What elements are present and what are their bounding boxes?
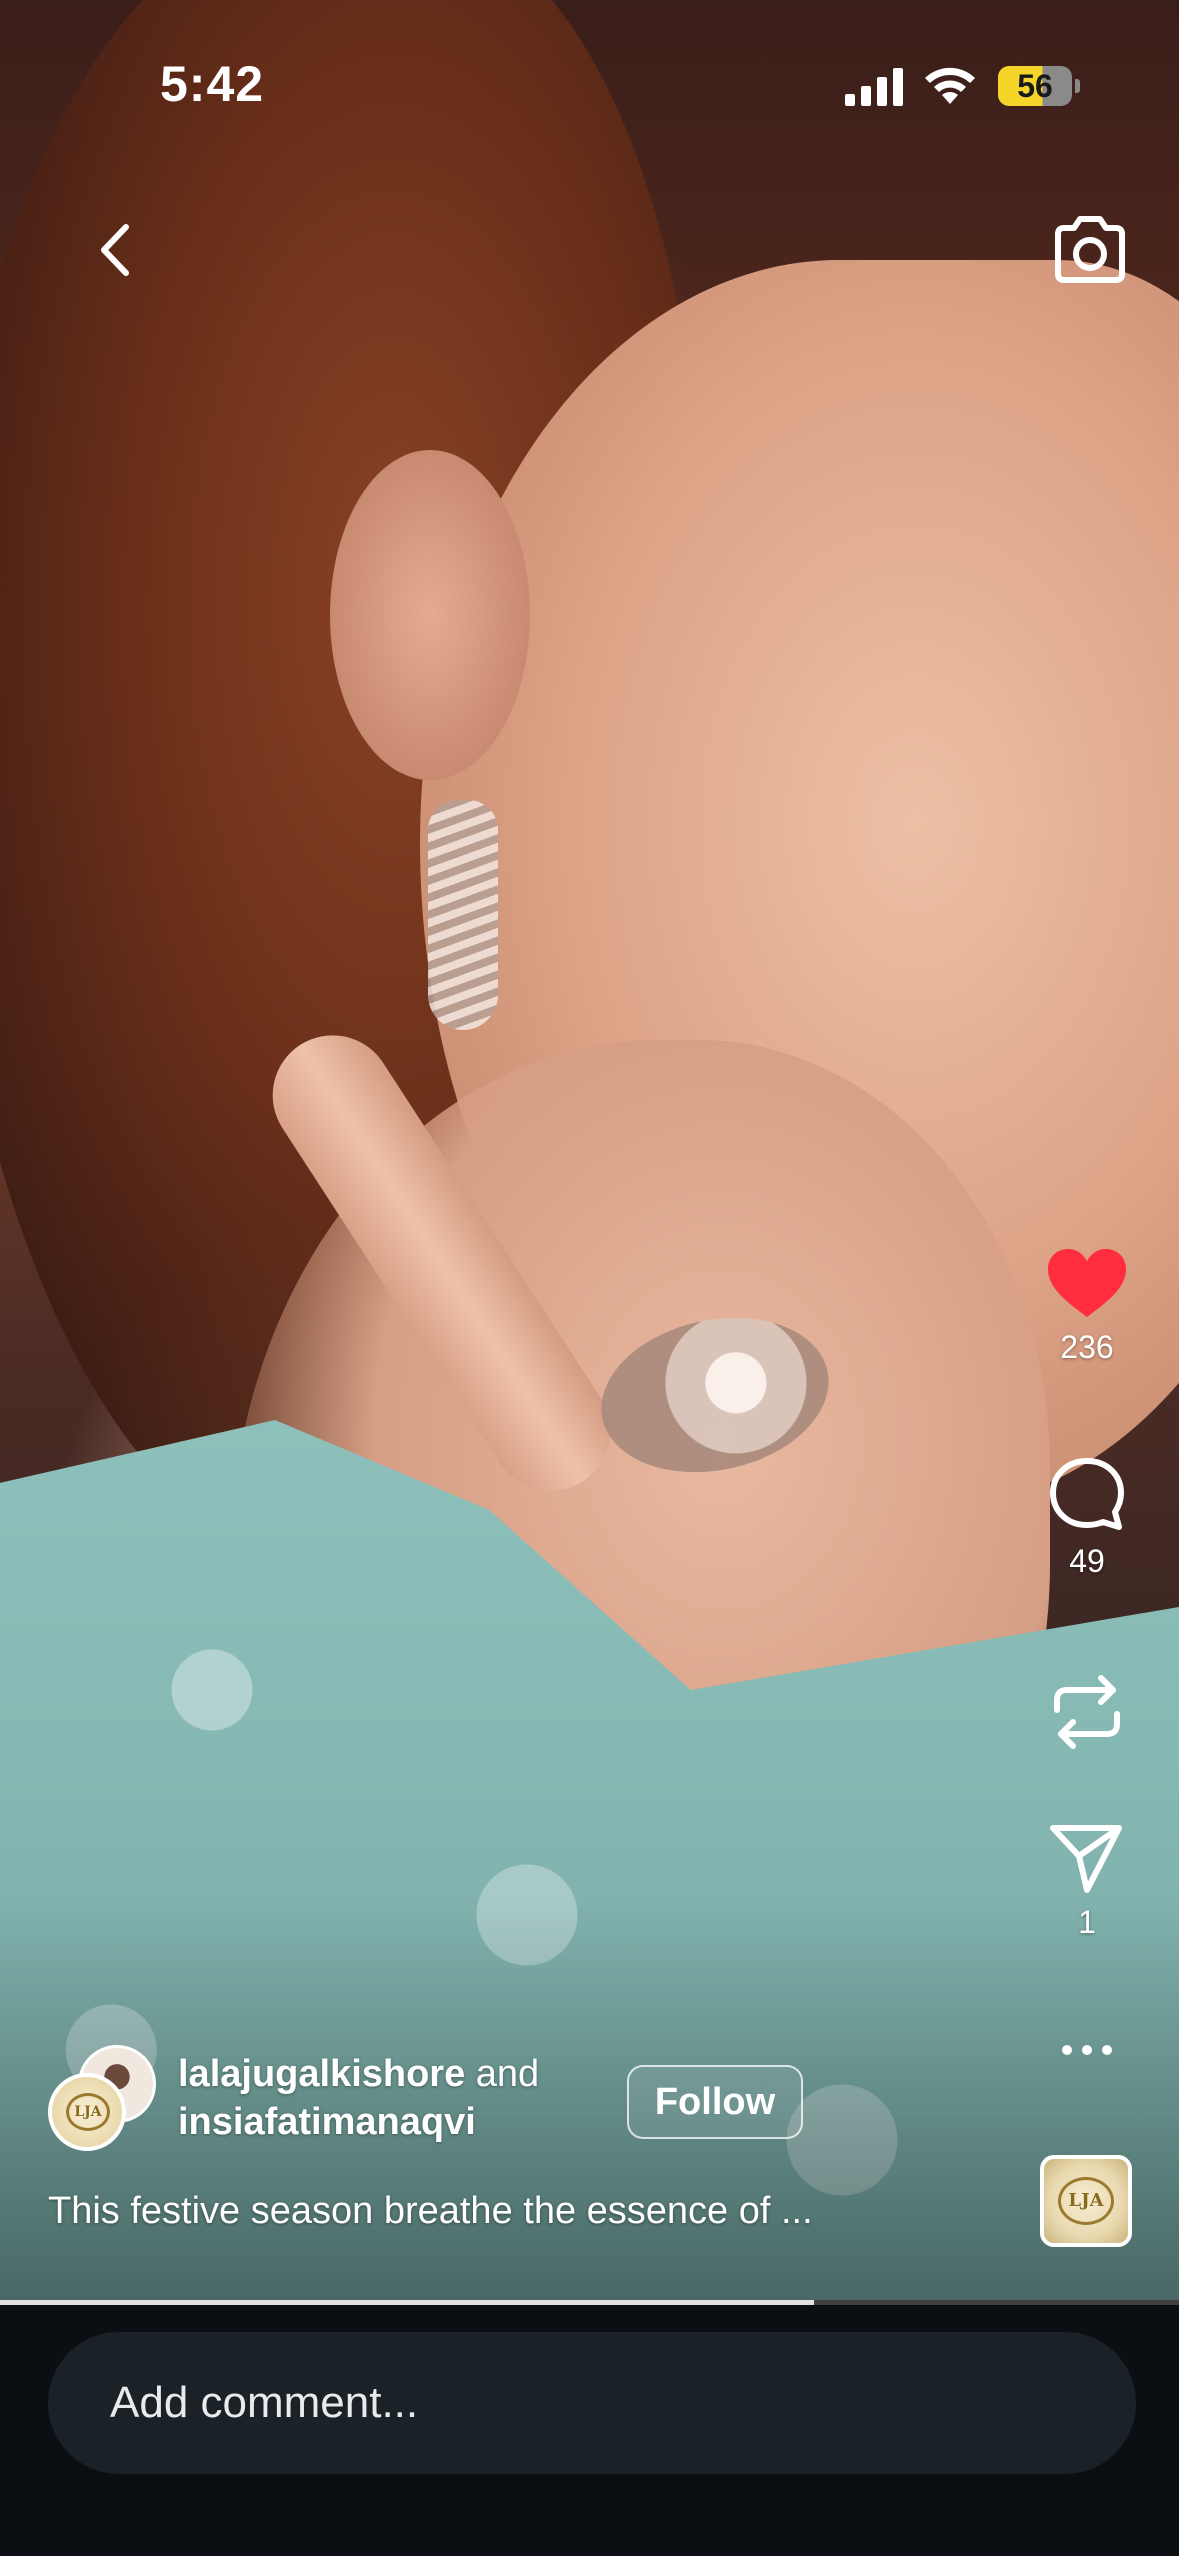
follow-button[interactable]: Follow <box>627 2065 803 2139</box>
comment-button[interactable]: 49 <box>1037 1455 1137 1580</box>
avatar-primary[interactable]: LJA <box>48 2073 126 2151</box>
wifi-icon <box>925 67 975 104</box>
post-caption[interactable]: This festive season breathe the essence … <box>48 2190 813 2233</box>
brand-logo-mark: LJA <box>66 2093 110 2131</box>
back-button[interactable] <box>86 215 146 285</box>
photo-earring <box>428 800 498 1030</box>
repost-icon <box>1054 1675 1120 1749</box>
original-audio-thumbnail[interactable]: LJA <box>1040 2155 1132 2247</box>
cellular-signal-icon <box>845 68 903 106</box>
heart-filled-icon <box>1048 1249 1126 1317</box>
reel-video[interactable] <box>0 0 1179 2300</box>
battery-level: 56 <box>1017 68 1053 104</box>
paper-plane-icon <box>1050 1825 1122 1893</box>
photo-ear <box>330 450 530 780</box>
like-button[interactable]: 236 <box>1037 1245 1137 1366</box>
share-button[interactable]: 1 <box>1037 1820 1137 1941</box>
author-secondary-link[interactable]: insiafatimanaqvi <box>178 2101 476 2143</box>
add-comment-input[interactable] <box>48 2332 1136 2474</box>
camera-button[interactable] <box>1050 210 1130 290</box>
status-bar: 5:42 56 <box>0 0 1179 150</box>
more-dots-icon <box>1062 2045 1112 2055</box>
comment-count: 49 <box>1069 1543 1105 1579</box>
comment-bubble-icon <box>1050 1458 1124 1530</box>
author-avatars[interactable]: LJA <box>48 2045 158 2155</box>
battery-icon: 56 <box>998 66 1080 106</box>
author-primary-link[interactable]: lalajugalkishore <box>178 2053 465 2095</box>
more-options-button[interactable] <box>1037 2040 1137 2060</box>
repost-button[interactable] <box>1037 1670 1137 1754</box>
like-count: 236 <box>1060 1329 1114 1365</box>
status-time: 5:42 <box>160 56 265 112</box>
post-authors: lalajugalkishore and insiafatimanaqvi <box>178 2050 539 2146</box>
camera-icon <box>1055 216 1125 283</box>
audio-logo-mark: LJA <box>1058 2177 1114 2225</box>
chevron-left-icon <box>101 224 129 276</box>
share-count: 1 <box>1078 1904 1096 1940</box>
author-conjunction: and <box>465 2053 540 2095</box>
